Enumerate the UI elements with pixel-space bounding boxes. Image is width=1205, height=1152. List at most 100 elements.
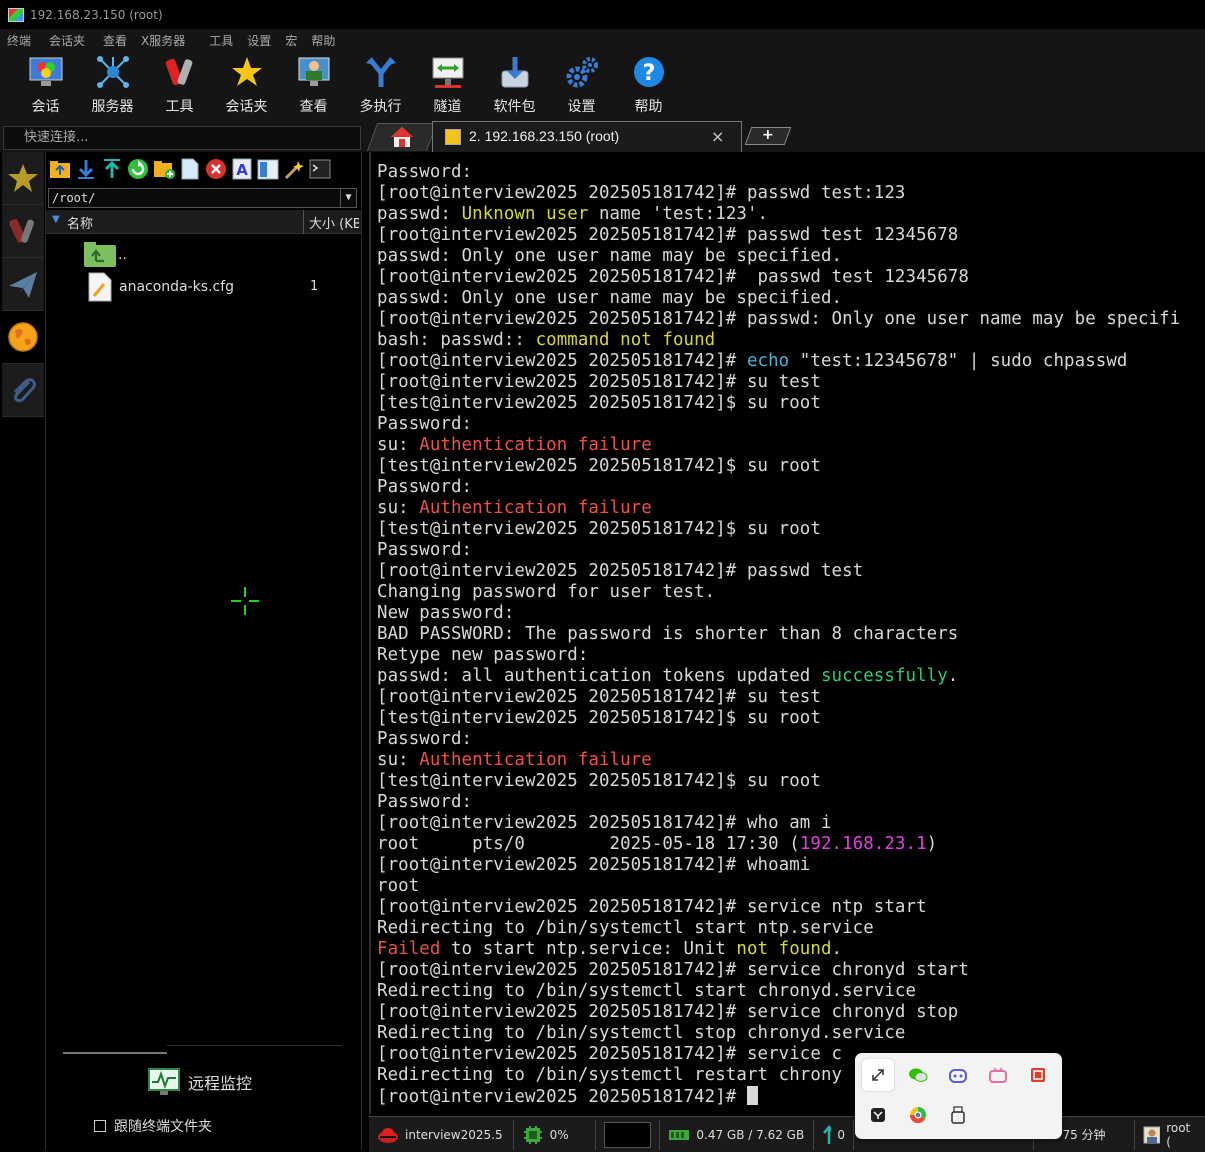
terminal-text: su: — [377, 435, 420, 455]
side-macros-button[interactable] — [2, 258, 44, 311]
tray-bilibili-button[interactable] — [982, 1059, 1014, 1091]
menu-terminal[interactable]: 终端 — [0, 32, 38, 49]
packages-button[interactable]: 软件包 — [481, 50, 548, 116]
view-icon — [296, 54, 332, 90]
sftp-download-button[interactable] — [75, 158, 97, 180]
sftp-new-folder-button[interactable] — [153, 158, 175, 180]
follow-terminal-folder-option[interactable]: 跟随终端文件夹 — [94, 1116, 212, 1136]
upload-icon — [104, 159, 120, 178]
column-name[interactable]: 名称 — [67, 213, 93, 232]
session-button[interactable]: 会话 — [12, 50, 79, 116]
tray-app-button[interactable] — [862, 1099, 894, 1131]
side-tools-button[interactable] — [2, 205, 44, 258]
terminal-text: [test@interview2025 202505181742]$ su ro… — [377, 771, 821, 791]
splitter-handle[interactable] — [63, 1052, 167, 1054]
multiexec-icon — [363, 54, 399, 90]
menu-tools[interactable]: 工具 — [202, 32, 240, 49]
remote-monitor-button[interactable]: 远程监控 — [148, 1068, 252, 1096]
terminal-line: [root@interview2025 202505181742]# who a… — [377, 813, 1180, 834]
menu-macros[interactable]: 宏 — [278, 32, 304, 49]
file-icon — [88, 272, 112, 302]
terminal-line: [test@interview2025 202505181742]$ su ro… — [377, 456, 1180, 477]
session-tab[interactable]: 2. 192.168.23.150 (root) × — [432, 121, 742, 153]
sftp-refresh-button[interactable] — [127, 158, 149, 180]
refresh-icon — [128, 159, 148, 179]
terminal-text: successfully — [820, 666, 948, 686]
tray-browser-button[interactable] — [902, 1099, 934, 1131]
sftp-new-file-button[interactable] — [179, 158, 201, 180]
tunnel-button[interactable]: 隧道 — [414, 50, 481, 116]
list-item[interactable]: .. — [46, 241, 362, 269]
side-attach-button[interactable] — [2, 364, 44, 417]
sftp-parent-folder-button[interactable] — [49, 158, 71, 180]
terminal-tab-icon — [445, 129, 461, 145]
settings-label: 设置 — [567, 99, 596, 115]
servers-button[interactable]: 服务器 — [79, 50, 146, 116]
terminal-text: [root@interview2025 202505181742]# servi… — [377, 1002, 959, 1022]
terminal-line: Redirecting to /bin/systemctl start ntp.… — [377, 918, 1180, 939]
terminal-line: su: Authentication failure — [377, 498, 1180, 519]
terminal-line: Password: — [377, 540, 1180, 561]
menu-help[interactable]: 帮助 — [304, 32, 342, 49]
terminal-line: Password: — [377, 477, 1180, 498]
terminal-line: bash: passwd:: command not found — [377, 330, 1180, 351]
tunnel-label: 隧道 — [433, 99, 462, 115]
chevron-down-icon[interactable]: ▼ — [340, 189, 356, 207]
svg-text:A: A — [236, 161, 248, 179]
list-item[interactable]: anaconda-ks.cfg 1 — [46, 271, 362, 302]
terminal-text: Password: — [377, 540, 473, 560]
upload-arrow-icon — [822, 1124, 832, 1144]
terminal-text: [root@interview2025 202505181742]# servi… — [377, 1044, 843, 1064]
sftp-path-field[interactable]: /root/ ▼ — [48, 188, 357, 208]
sftp-rename-button[interactable]: A — [231, 158, 253, 180]
sftp-magic-button[interactable] — [283, 158, 305, 180]
packages-icon — [497, 54, 533, 90]
terminal-line: su: Authentication failure — [377, 750, 1180, 771]
sftp-terminal-button[interactable] — [309, 158, 331, 180]
gear-icon — [564, 54, 600, 90]
follow-terminal-folder-checkbox[interactable] — [94, 1120, 106, 1132]
side-sessions-button[interactable] — [2, 152, 44, 205]
terminal-view[interactable]: Password: [root@interview2025 20250518174… — [369, 152, 1205, 1114]
column-size[interactable]: 大小 (KB — [309, 213, 359, 232]
settings-button[interactable]: 设置 — [548, 50, 615, 116]
quick-connect-input[interactable]: 快速连接... — [3, 126, 361, 150]
menu-xserver[interactable]: X服务器 — [134, 32, 192, 49]
robot-icon — [949, 1069, 967, 1083]
sftp-upload-button[interactable] — [101, 158, 123, 180]
multiexec-button[interactable]: 多执行 — [347, 50, 414, 116]
terminal-line: Redirecting to /bin/systemctl start chro… — [377, 981, 1180, 1002]
menu-bar: 终端 会话夹 查看 X服务器 工具 设置 宏 帮助 — [0, 30, 1205, 50]
menu-sessions[interactable]: 会话夹 — [42, 32, 92, 49]
terminal-line: New password: — [377, 603, 1180, 624]
sessions-folder-button[interactable]: 会话夹 — [213, 50, 280, 116]
status-bar: interview2025.5 0% 0.47 GB / 7.62 GB 0 7… — [369, 1116, 1205, 1152]
app-tray-icon — [871, 1108, 885, 1122]
help-button[interactable]: ? 帮助 — [615, 50, 682, 116]
sftp-delete-button[interactable] — [205, 158, 227, 180]
menu-settings[interactable]: 设置 — [240, 32, 278, 49]
tray-ime-button[interactable] — [1022, 1059, 1054, 1091]
terminal-line: root pts/0 2025-05-18 17:30 (192.168.23.… — [377, 834, 1180, 855]
remote-monitor-label: 远程监控 — [188, 1074, 253, 1093]
view-label: 查看 — [299, 99, 328, 115]
tray-expand-button[interactable] — [862, 1059, 894, 1091]
tools-button[interactable]: 工具 — [146, 50, 213, 116]
sftp-properties-button[interactable] — [257, 158, 279, 180]
view-button[interactable]: 查看 — [280, 50, 347, 116]
paper-plane-icon — [9, 272, 37, 298]
tray-assistant-button[interactable] — [942, 1059, 974, 1091]
tray-usb-button[interactable] — [942, 1099, 974, 1131]
tray-wechat-button[interactable] — [902, 1059, 934, 1091]
terminal-line: [root@interview2025 202505181742]# passw… — [377, 309, 1180, 330]
side-sftp-button[interactable] — [2, 311, 44, 364]
close-tab-icon[interactable]: × — [711, 127, 724, 146]
sftp-toolbar: A — [46, 152, 361, 186]
main-toolbar: 会话 服务器 工具 会话夹 查看 多执行 隧道 软件包 设置 ? 帮助 — [0, 50, 1205, 120]
menu-view[interactable]: 查看 — [96, 32, 134, 49]
terminal-line: [test@interview2025 202505181742]$ su ro… — [377, 708, 1180, 729]
terminal-text: command not found — [535, 330, 716, 350]
terminal-line: passwd: all authentication tokens update… — [377, 666, 1180, 687]
follow-terminal-folder-label: 跟随终端文件夹 — [114, 1119, 212, 1135]
terminal-text: Password: — [377, 162, 473, 182]
